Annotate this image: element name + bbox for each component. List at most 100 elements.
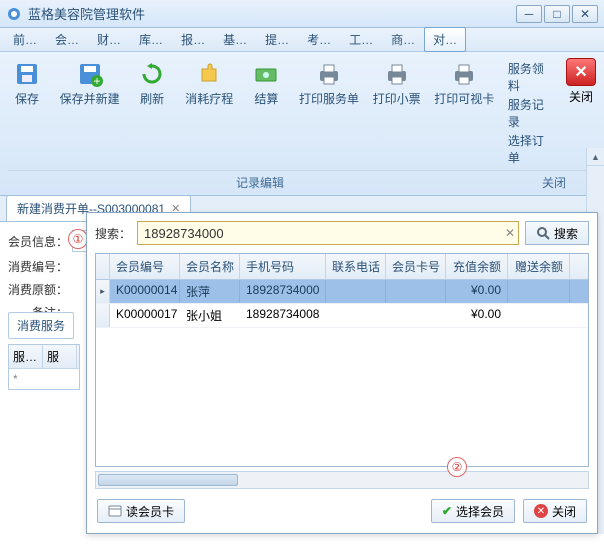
card-icon bbox=[108, 505, 122, 517]
svg-text:+: + bbox=[93, 74, 100, 87]
save-new-icon: + bbox=[74, 60, 106, 88]
col-balance[interactable]: 充值余额 bbox=[446, 254, 508, 279]
select-member-button[interactable]: ✔ 选择会员 bbox=[431, 499, 515, 523]
cell-contact bbox=[326, 304, 386, 327]
menu-item[interactable]: 会… bbox=[46, 27, 88, 52]
horizontal-scrollbar[interactable] bbox=[95, 471, 589, 489]
member-search-popup: 搜索： ✕ 搜索 会员编号 会员名称 手机号码 联系电话 会员卡号 充值余额 赠… bbox=[86, 212, 598, 534]
row-marker-header bbox=[96, 254, 110, 279]
window-title: 蓝格美容院管理软件 bbox=[28, 4, 516, 23]
window-close-button[interactable]: ✕ bbox=[572, 5, 598, 23]
toolbar-label: 打印可视卡 bbox=[434, 90, 494, 107]
col-gift[interactable]: 赠送余额 bbox=[508, 254, 570, 279]
toolbar-label: 保存 bbox=[15, 90, 39, 107]
menubar: 前… 会… 财… 库… 报… 基… 提… 考… 工… 商… 对… bbox=[0, 28, 604, 52]
cell-contact bbox=[326, 280, 386, 303]
close-icon: ✕ bbox=[566, 58, 596, 86]
printer-icon bbox=[381, 60, 413, 88]
menu-item[interactable]: 前… bbox=[4, 27, 46, 52]
side-star: * bbox=[9, 369, 27, 389]
menu-item[interactable]: 对… bbox=[424, 27, 466, 52]
select-label: 选择会员 bbox=[456, 503, 504, 520]
menu-item[interactable]: 基… bbox=[214, 27, 256, 52]
magnifier-icon bbox=[536, 226, 550, 240]
cell-id: K00000014 bbox=[110, 280, 180, 303]
consume-no-label: 消费编号： bbox=[8, 258, 68, 275]
printer-icon bbox=[448, 60, 480, 88]
consume-course-button[interactable]: 消耗疗程 bbox=[185, 58, 233, 109]
select-order-link[interactable]: 选择订单 bbox=[508, 132, 552, 166]
cell-card bbox=[386, 280, 446, 303]
close-icon: ✕ bbox=[534, 504, 548, 518]
check-icon: ✔ bbox=[442, 504, 452, 518]
save-new-button[interactable]: + 保存并新建 bbox=[60, 58, 119, 109]
side-col[interactable]: 服 bbox=[43, 345, 77, 368]
print-service-button[interactable]: 打印服务单 bbox=[299, 58, 358, 109]
puzzle-icon bbox=[193, 60, 225, 88]
search-button[interactable]: 搜索 bbox=[525, 221, 589, 245]
toolbar-section-label: 关闭 bbox=[512, 171, 596, 193]
scroll-up-icon[interactable]: ▲ bbox=[587, 148, 604, 166]
row-marker bbox=[96, 304, 110, 327]
col-card[interactable]: 会员卡号 bbox=[386, 254, 446, 279]
print-receipt-button[interactable]: 打印小票 bbox=[373, 58, 421, 109]
read-card-button[interactable]: 读会员卡 bbox=[97, 499, 185, 523]
toolbar-label: 结算 bbox=[254, 90, 278, 107]
cell-card bbox=[386, 304, 446, 327]
print-card-button[interactable]: 打印可视卡 bbox=[435, 58, 494, 109]
search-input[interactable] bbox=[137, 221, 519, 245]
toolbar-label: 刷新 bbox=[140, 90, 164, 107]
toolbar-label: 消耗疗程 bbox=[185, 90, 233, 107]
table-row[interactable]: K00000017 张小姐 18928734008 ¥0.00 bbox=[96, 304, 588, 328]
row-marker: ▸ bbox=[96, 280, 110, 303]
side-grid: 服…服 * bbox=[8, 344, 80, 390]
toolbar-label: 关闭 bbox=[569, 88, 593, 105]
popup-close-button[interactable]: ✕ 关闭 bbox=[523, 499, 587, 523]
service-record-link[interactable]: 服务记录 bbox=[508, 96, 552, 130]
toolbar-label: 保存并新建 bbox=[60, 90, 120, 107]
menu-item[interactable]: 库… bbox=[130, 27, 172, 52]
toolbar-label: 打印服务单 bbox=[299, 90, 359, 107]
toolbar: 保存 + 保存并新建 刷新 消耗疗程 结算 打印服务单 打印小票 打印可视卡 bbox=[0, 52, 604, 196]
col-contact[interactable]: 联系电话 bbox=[326, 254, 386, 279]
close-label: 关闭 bbox=[552, 503, 576, 520]
clear-icon[interactable]: ✕ bbox=[501, 226, 519, 240]
settle-button[interactable]: 结算 bbox=[247, 58, 285, 109]
save-button[interactable]: 保存 bbox=[8, 58, 46, 109]
maximize-button[interactable]: □ bbox=[544, 5, 570, 23]
col-member-id[interactable]: 会员编号 bbox=[110, 254, 180, 279]
menu-item[interactable]: 考… bbox=[298, 27, 340, 52]
cell-balance: ¥0.00 bbox=[446, 304, 508, 327]
cell-name: 张小姐 bbox=[180, 304, 240, 327]
scrollbar-thumb[interactable] bbox=[98, 474, 238, 486]
read-card-label: 读会员卡 bbox=[126, 503, 174, 520]
menu-item[interactable]: 工… bbox=[340, 27, 382, 52]
consume-origin-label: 消费原额： bbox=[8, 281, 68, 298]
refresh-button[interactable]: 刷新 bbox=[133, 58, 171, 109]
printer-icon bbox=[313, 60, 345, 88]
menu-item[interactable]: 报… bbox=[172, 27, 214, 52]
col-member-name[interactable]: 会员名称 bbox=[180, 254, 240, 279]
table-row[interactable]: ▸ K00000014 张萍 18928734000 ¥0.00 bbox=[96, 280, 588, 304]
grid-body: ▸ K00000014 张萍 18928734000 ¥0.00 K000000… bbox=[96, 280, 588, 466]
cell-phone: 18928734008 bbox=[240, 304, 326, 327]
menu-item[interactable]: 商… bbox=[382, 27, 424, 52]
results-grid: 会员编号 会员名称 手机号码 联系电话 会员卡号 充值余额 赠送余额 ▸ K00… bbox=[95, 253, 589, 467]
col-phone[interactable]: 手机号码 bbox=[240, 254, 326, 279]
toolbar-section-label: 记录编辑 bbox=[8, 171, 512, 193]
save-icon bbox=[11, 60, 43, 88]
popup-footer: 读会员卡 ✔ 选择会员 ✕ 关闭 bbox=[87, 489, 597, 533]
minimize-button[interactable]: ─ bbox=[516, 5, 542, 23]
close-button[interactable]: ✕ 关闭 bbox=[566, 58, 596, 105]
menu-item[interactable]: 财… bbox=[88, 27, 130, 52]
cell-id: K00000017 bbox=[110, 304, 180, 327]
cell-phone: 18928734000 bbox=[240, 280, 326, 303]
grid-header: 会员编号 会员名称 手机号码 联系电话 会员卡号 充值余额 赠送余额 bbox=[96, 254, 588, 280]
toolbar-label: 打印小票 bbox=[373, 90, 421, 107]
service-material-link[interactable]: 服务领料 bbox=[508, 60, 552, 94]
consume-service-tab[interactable]: 消费服务 bbox=[8, 312, 74, 339]
app-icon bbox=[6, 6, 22, 22]
menu-item[interactable]: 提… bbox=[256, 27, 298, 52]
money-icon bbox=[250, 60, 282, 88]
side-col[interactable]: 服… bbox=[9, 345, 43, 368]
